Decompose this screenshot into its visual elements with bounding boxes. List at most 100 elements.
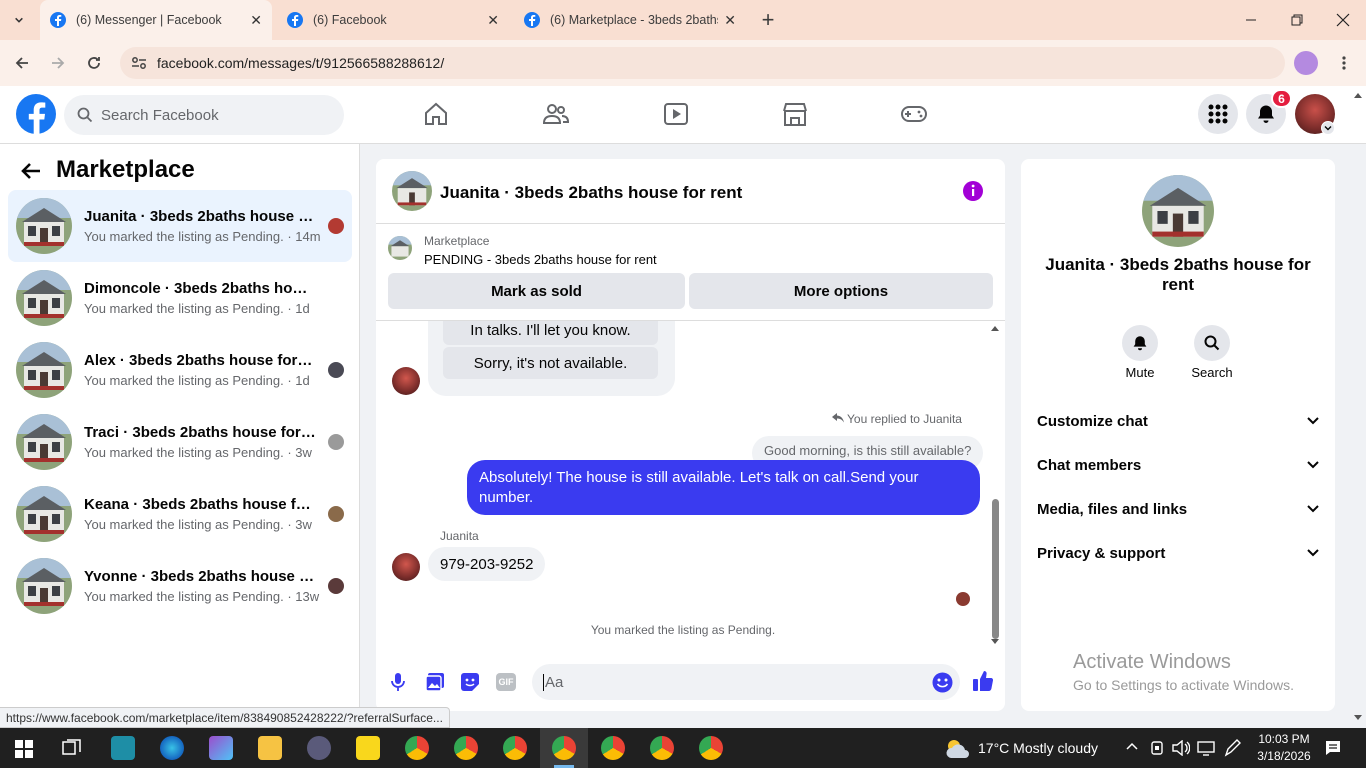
marketplace-icon[interactable] bbox=[781, 100, 809, 128]
chrome-profile-icon[interactable] bbox=[601, 736, 625, 760]
close-window-button[interactable] bbox=[1320, 0, 1366, 40]
close-icon[interactable]: ✕ bbox=[487, 12, 499, 29]
tab-messenger[interactable]: (6) Messenger | Facebook ✕ bbox=[40, 0, 272, 40]
facebook-header: Search Facebook 6 bbox=[0, 86, 1366, 144]
video-icon[interactable] bbox=[662, 100, 690, 128]
more-menu-icon[interactable] bbox=[1331, 50, 1357, 76]
sticker-icon[interactable] bbox=[460, 672, 480, 692]
friends-icon[interactable] bbox=[542, 100, 570, 128]
chrome-profile-icon[interactable] bbox=[454, 736, 478, 760]
sticky-notes-icon[interactable] bbox=[356, 736, 380, 760]
clock-time[interactable]: 10:03 PM bbox=[1252, 732, 1316, 746]
gif-icon[interactable]: GIF bbox=[496, 673, 516, 691]
windows-start-icon[interactable] bbox=[15, 740, 33, 758]
microphone-icon[interactable] bbox=[390, 672, 406, 692]
account-chevron-icon[interactable] bbox=[1321, 121, 1335, 135]
more-options-button[interactable]: More options bbox=[689, 273, 993, 309]
network-icon[interactable] bbox=[1197, 740, 1215, 756]
conversation-item[interactable]: Alex · 3beds 2baths house for rent You ma… bbox=[8, 334, 352, 406]
restore-button[interactable] bbox=[1274, 0, 1320, 40]
chevron-down-icon bbox=[15, 17, 23, 23]
app-icon[interactable] bbox=[209, 736, 233, 760]
edge-browser-icon[interactable] bbox=[160, 736, 184, 760]
clock-date[interactable]: 3/18/2026 bbox=[1252, 749, 1316, 763]
chrome-profile-icon[interactable] bbox=[699, 736, 723, 760]
chat-title[interactable]: Juanita · 3beds 2baths house for rent bbox=[440, 183, 742, 203]
profile-avatar-icon[interactable] bbox=[1294, 51, 1318, 75]
menu-button[interactable] bbox=[1198, 94, 1238, 134]
app-icon[interactable] bbox=[307, 736, 331, 760]
new-tab-button[interactable]: + bbox=[752, 0, 784, 40]
meet-now-icon[interactable] bbox=[1150, 740, 1164, 756]
scroll-up-icon[interactable] bbox=[991, 325, 999, 331]
conversation-item[interactable]: Yvonne · 3beds 2baths house for rent You … bbox=[8, 550, 352, 622]
weather-cloud-icon[interactable] bbox=[943, 736, 971, 760]
chrome-icon[interactable] bbox=[405, 736, 429, 760]
conversation-item[interactable]: Juanita · 3beds 2baths house for rent You… bbox=[8, 190, 352, 262]
message-input[interactable]: Aa bbox=[532, 664, 960, 700]
address-bar[interactable]: facebook.com/messages/t/912566588288612/ bbox=[120, 47, 1285, 79]
chevron-down-icon bbox=[1307, 417, 1319, 425]
home-icon[interactable] bbox=[422, 100, 450, 128]
close-icon[interactable]: ✕ bbox=[724, 12, 736, 29]
back-button[interactable] bbox=[9, 50, 35, 76]
page-scroll-down-icon[interactable] bbox=[1354, 715, 1362, 721]
conversation-item[interactable]: Keana · 3beds 2baths house for rent You m… bbox=[8, 478, 352, 550]
profile-name: Juanita · 3beds 2baths house for rent bbox=[1045, 255, 1311, 294]
status-url-tooltip: https://www.facebook.com/marketplace/ite… bbox=[0, 707, 450, 728]
file-explorer-icon[interactable] bbox=[258, 736, 282, 760]
mark-as-sold-button[interactable]: Mark as sold bbox=[388, 273, 685, 309]
chrome-profile-icon[interactable] bbox=[503, 736, 527, 760]
chrome-profile-icon[interactable] bbox=[650, 736, 674, 760]
mute-button[interactable] bbox=[1122, 325, 1158, 361]
reload-button[interactable] bbox=[81, 50, 107, 76]
scrollbar[interactable] bbox=[990, 323, 1000, 651]
search-input[interactable]: Search Facebook bbox=[64, 95, 344, 135]
conversation-item[interactable]: Dimoncole · 3beds 2baths house for rent Y… bbox=[8, 262, 352, 334]
chat-members-section[interactable]: Chat members bbox=[1037, 453, 1319, 477]
facebook-favicon-icon bbox=[524, 12, 540, 28]
site-info-icon[interactable] bbox=[131, 56, 147, 70]
tab-facebook[interactable]: (6) Facebook ✕ bbox=[277, 0, 509, 40]
conversation-name: Juanita · 3beds 2baths house for rent bbox=[84, 208, 316, 225]
incoming-message[interactable]: 979-203-9252 bbox=[428, 547, 546, 581]
close-icon[interactable]: ✕ bbox=[250, 12, 262, 29]
back-arrow-icon[interactable] bbox=[21, 162, 41, 180]
app-icon[interactable] bbox=[111, 736, 135, 760]
conversation-item[interactable]: Traci · 3beds 2baths house for rent You m… bbox=[8, 406, 352, 478]
chat-avatar[interactable] bbox=[392, 171, 432, 211]
customize-chat-section[interactable]: Customize chat bbox=[1037, 409, 1319, 433]
forward-button[interactable] bbox=[45, 50, 71, 76]
pen-icon[interactable] bbox=[1224, 739, 1242, 757]
tab-marketplace[interactable]: (6) Marketplace - 3beds 2baths ✕ bbox=[514, 0, 746, 40]
quick-reply-button[interactable]: Sorry, it's not available. bbox=[443, 347, 658, 379]
outgoing-message[interactable]: Absolutely! The house is still available… bbox=[467, 460, 980, 515]
tray-chevron-up-icon[interactable] bbox=[1126, 742, 1138, 750]
seen-avatar bbox=[328, 218, 344, 234]
chrome-profile-icon[interactable] bbox=[552, 736, 576, 760]
section-label: Privacy & support bbox=[1037, 544, 1166, 562]
search-chat-button[interactable] bbox=[1194, 325, 1230, 361]
like-thumb-icon[interactable] bbox=[972, 670, 994, 692]
photo-icon[interactable] bbox=[425, 672, 445, 692]
task-view-icon[interactable] bbox=[62, 739, 82, 757]
minimize-button[interactable] bbox=[1228, 0, 1274, 40]
scrollbar-thumb[interactable] bbox=[992, 499, 999, 639]
notification-badge: 6 bbox=[1271, 89, 1292, 108]
scroll-down-icon[interactable] bbox=[991, 639, 999, 645]
chat-panel: Juanita · 3beds 2baths house for rent Ma… bbox=[376, 159, 1005, 711]
weather-text[interactable]: 17°C Mostly cloudy bbox=[978, 740, 1098, 756]
volume-icon[interactable] bbox=[1172, 740, 1190, 756]
gaming-icon[interactable] bbox=[900, 100, 928, 128]
emoji-icon[interactable] bbox=[932, 672, 953, 693]
media-files-section[interactable]: Media, files and links bbox=[1037, 497, 1319, 521]
profile-photo[interactable] bbox=[1142, 175, 1214, 247]
tab-search-button[interactable] bbox=[4, 0, 34, 40]
notifications-center-icon[interactable] bbox=[1325, 740, 1341, 756]
page-scroll-up-icon[interactable] bbox=[1354, 92, 1362, 98]
house-thumbnail bbox=[16, 414, 72, 470]
facebook-logo-icon[interactable] bbox=[16, 94, 56, 134]
info-icon[interactable] bbox=[962, 180, 984, 202]
quick-reply-button[interactable]: In talks. I'll let you know. bbox=[443, 321, 658, 345]
privacy-support-section[interactable]: Privacy & support bbox=[1037, 541, 1319, 565]
